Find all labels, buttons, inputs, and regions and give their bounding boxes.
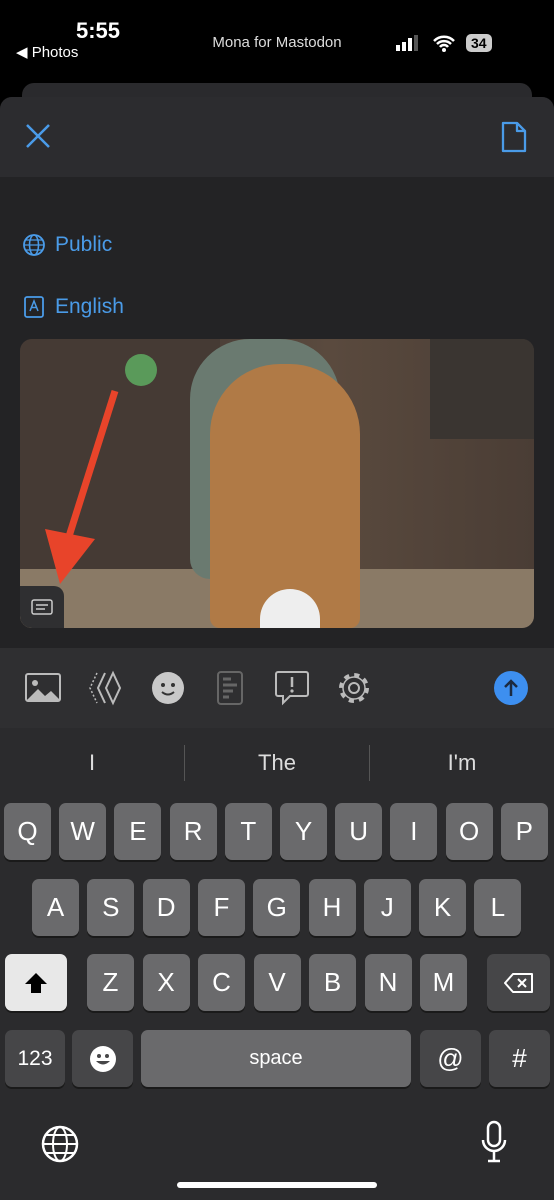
key-a[interactable]: A [32, 879, 79, 936]
suggestion-2[interactable]: The [185, 740, 369, 785]
key-u[interactable]: U [335, 803, 383, 860]
language-selector[interactable]: English [22, 295, 124, 319]
visibility-label: Public [55, 233, 113, 256]
at-key[interactable]: @ [420, 1030, 481, 1087]
red-arrow-annotation [45, 389, 119, 584]
key-e[interactable]: E [114, 803, 162, 860]
caption-icon [31, 599, 53, 615]
key-q[interactable]: Q [4, 803, 51, 860]
content-warning-icon[interactable] [87, 670, 123, 706]
key-s[interactable]: S [87, 879, 135, 936]
alt-text-button[interactable] [20, 586, 64, 628]
numbers-key[interactable]: 123 [5, 1030, 65, 1087]
send-button[interactable] [494, 671, 528, 705]
key-d[interactable]: D [142, 879, 190, 936]
hash-key[interactable]: # [489, 1030, 550, 1087]
key-w[interactable]: W [59, 803, 107, 860]
key-g[interactable]: G [253, 879, 301, 936]
key-c[interactable]: C [198, 954, 245, 1011]
arrow-up-icon [504, 679, 518, 696]
key-m[interactable]: M [420, 954, 467, 1011]
key-y[interactable]: Y [280, 803, 327, 860]
key-t[interactable]: T [224, 803, 272, 860]
language-book-icon [24, 296, 44, 318]
emoji-icon[interactable] [151, 671, 185, 705]
delete-key[interactable] [487, 954, 550, 1011]
home-indicator [177, 1182, 377, 1188]
toy-ball [125, 354, 157, 386]
key-z[interactable]: Z [87, 954, 134, 1011]
suggestion-1[interactable]: I [0, 740, 184, 785]
close-icon[interactable] [24, 122, 52, 150]
suggestion-3[interactable]: I'm [370, 740, 554, 785]
language-label: English [55, 295, 124, 318]
key-f[interactable]: F [197, 879, 245, 936]
key-b[interactable]: B [309, 954, 356, 1011]
gear-icon[interactable] [337, 671, 371, 705]
key-k[interactable]: K [419, 879, 467, 936]
battery-icon: 34 [466, 34, 492, 52]
globe-icon[interactable] [40, 1124, 80, 1164]
emoji-icon [89, 1045, 116, 1072]
composer-toolbar [0, 648, 554, 728]
key-n[interactable]: N [364, 954, 412, 1011]
backspace-icon [503, 972, 533, 993]
drafts-icon[interactable] [500, 120, 528, 154]
key-v[interactable]: V [253, 954, 301, 1011]
space-key[interactable]: space [141, 1030, 411, 1087]
key-p[interactable]: P [500, 803, 548, 860]
key-x[interactable]: X [142, 954, 190, 1011]
globe-icon [23, 234, 45, 256]
visibility-selector[interactable]: Public [22, 233, 112, 257]
key-j[interactable]: J [363, 879, 411, 936]
wifi-icon [433, 35, 455, 52]
status-icons: 34 [396, 34, 492, 52]
report-icon[interactable] [274, 670, 310, 706]
poll-icon[interactable] [216, 670, 244, 706]
image-icon[interactable] [25, 673, 61, 703]
emoji-key[interactable] [72, 1030, 133, 1087]
key-l[interactable]: L [474, 879, 522, 936]
shift-key[interactable] [5, 954, 67, 1011]
microphone-icon[interactable] [480, 1120, 508, 1164]
key-h[interactable]: H [308, 879, 356, 936]
signal-icon [396, 35, 418, 51]
key-o[interactable]: O [445, 803, 493, 860]
key-i[interactable]: I [390, 803, 438, 860]
attached-photo[interactable] [20, 339, 534, 628]
composer-header [0, 97, 554, 177]
key-r[interactable]: R [169, 803, 217, 860]
wall [430, 339, 534, 439]
shift-icon [25, 972, 47, 993]
